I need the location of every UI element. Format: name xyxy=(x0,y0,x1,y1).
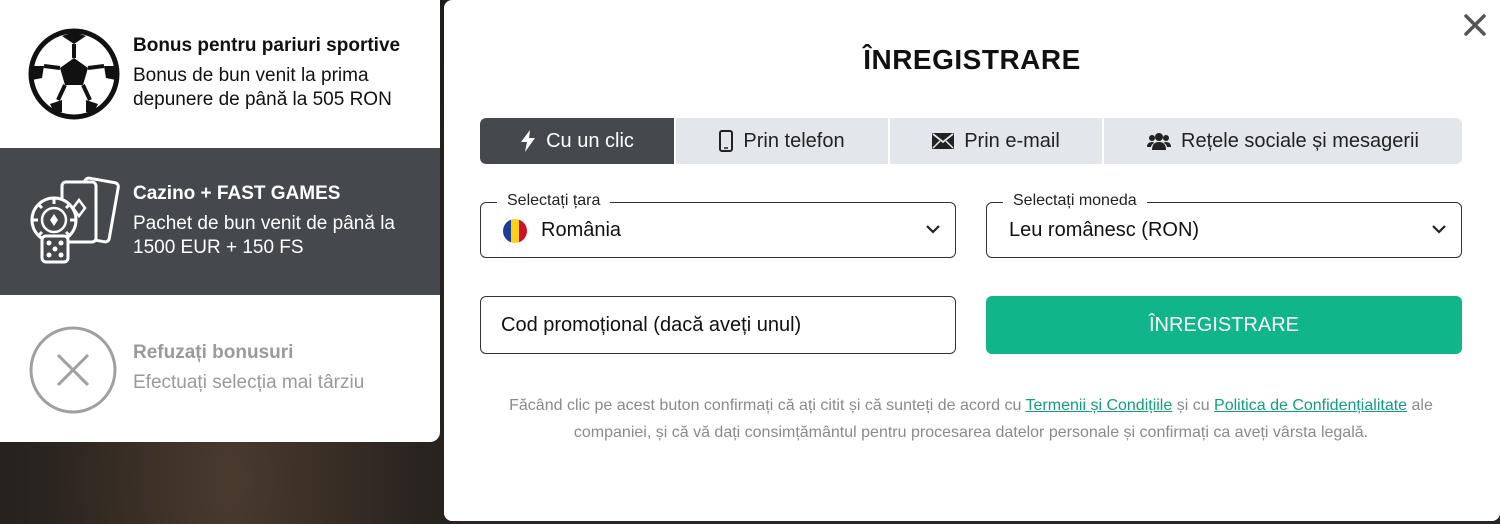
bonus-option-casino[interactable]: Cazino + FAST GAMES Pachet de bun venit … xyxy=(0,148,440,295)
soccer-ball-icon xyxy=(28,28,120,120)
legal-text: și cu xyxy=(1172,397,1215,414)
casino-cards-chip-dice-icon xyxy=(28,176,120,268)
tab-social[interactable]: Rețele sociale și mesagerii xyxy=(1104,118,1462,164)
currency-value: Leu românesc (RON) xyxy=(1009,219,1200,241)
terms-link[interactable]: Termenii și Condițiile xyxy=(1026,397,1173,414)
currency-select[interactable]: Selectați moneda Leu românesc (RON) xyxy=(986,192,1462,258)
tab-one-click[interactable]: Cu un clic xyxy=(480,118,676,164)
envelope-icon xyxy=(932,133,955,149)
tab-label: Prin telefon xyxy=(743,129,845,152)
chevron-down-icon xyxy=(925,222,941,240)
country-select-label: Selectați țara xyxy=(497,192,611,210)
bonus-title: Cazino + FAST GAMES xyxy=(133,183,341,204)
tab-label: Cu un clic xyxy=(546,129,634,152)
circle-x-icon xyxy=(28,325,120,417)
legal-notice: Făcând clic pe acest buton confirmați că… xyxy=(480,392,1462,446)
bonus-description: Pachet de bun venit de până la 1500 EUR … xyxy=(133,213,395,258)
tab-phone[interactable]: Prin telefon xyxy=(676,118,890,164)
registration-modal: ÎNREGISTRARE Cu un clic Prin telefon Pri… xyxy=(444,0,1500,521)
chevron-down-icon xyxy=(1431,222,1447,240)
bonus-title: Refuzați bonusuri xyxy=(133,342,294,363)
currency-select-label: Selectați moneda xyxy=(1003,192,1147,210)
privacy-policy-link[interactable]: Politica de Confidențialitate xyxy=(1214,397,1407,414)
bonus-description: Bonus de bun venit la prima depunere de … xyxy=(133,65,392,110)
bonus-option-sports[interactable]: Bonus pentru pariuri sportive Bonus de b… xyxy=(0,0,440,147)
close-icon[interactable] xyxy=(1462,12,1488,38)
tab-email[interactable]: Prin e-mail xyxy=(890,118,1104,164)
bonus-title: Bonus pentru pariuri sportive xyxy=(133,35,401,56)
country-value: România xyxy=(541,219,622,241)
romania-flag-icon xyxy=(503,219,527,243)
bonus-description: Efectuați selecția mai târziu xyxy=(133,372,365,393)
modal-title: ÎNREGISTRARE xyxy=(863,44,1081,75)
bonus-option-refuse[interactable]: Refuzați bonusuri Efectuați selecția mai… xyxy=(0,295,440,442)
lightning-icon xyxy=(520,130,536,152)
bonus-selection-panel: Bonus pentru pariuri sportive Bonus de b… xyxy=(0,0,440,442)
promo-code-input[interactable]: Cod promoțional (dacă aveți unul) xyxy=(480,296,956,354)
register-button[interactable]: ÎNREGISTRARE xyxy=(986,296,1462,354)
phone-icon xyxy=(719,130,734,152)
tab-label: Prin e-mail xyxy=(964,129,1060,152)
users-icon xyxy=(1147,131,1172,151)
legal-text: Făcând clic pe acest buton confirmați că… xyxy=(509,397,1026,414)
tab-label: Rețele sociale și mesagerii xyxy=(1181,129,1419,152)
registration-method-tabs: Cu un clic Prin telefon Prin e-mail Rețe… xyxy=(480,118,1462,164)
country-select[interactable]: Selectați țara România xyxy=(480,192,956,258)
